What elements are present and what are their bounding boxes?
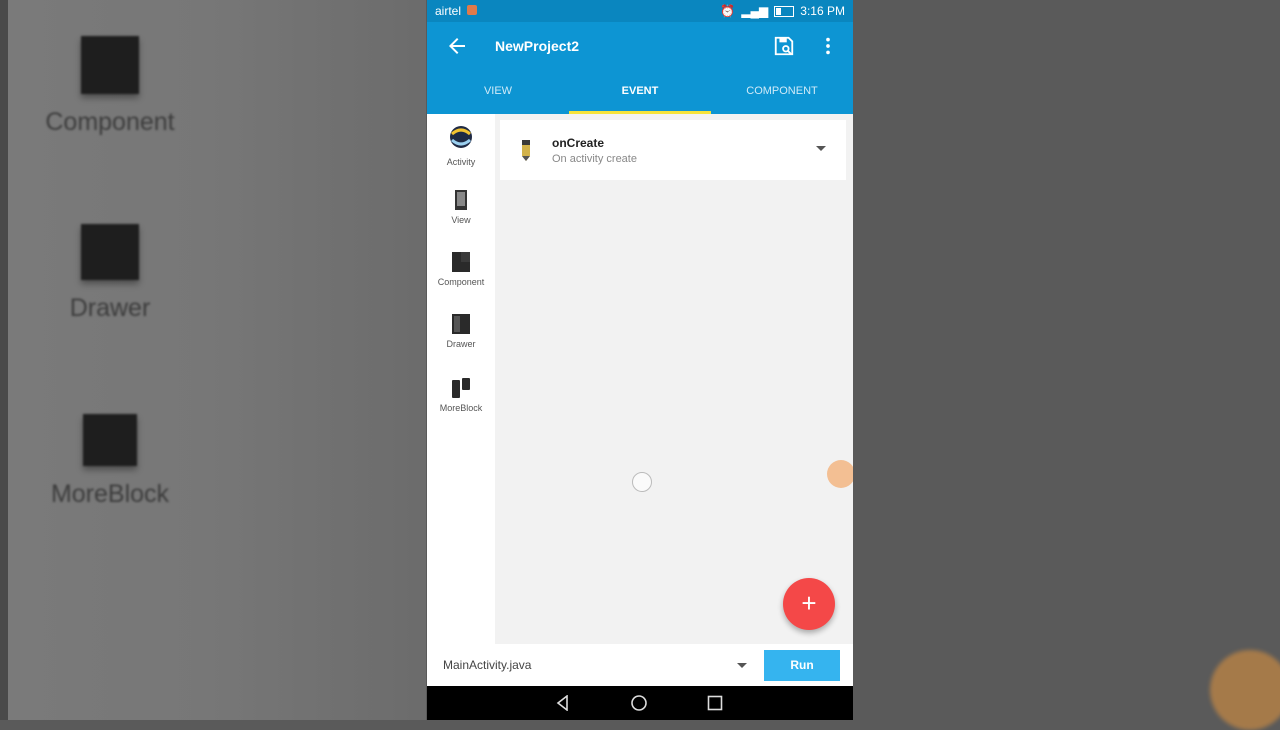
signal-icon: ▂▄▆	[741, 4, 769, 18]
background-right	[854, 0, 1280, 730]
sim-icon	[467, 5, 477, 15]
bg-component-label: Component	[45, 108, 175, 136]
event-card-oncreate[interactable]: onCreate On activity create	[500, 120, 846, 180]
save-icon[interactable]	[773, 35, 795, 57]
nav-recents-icon[interactable]	[707, 695, 723, 711]
status-right: ⏰ ▂▄▆ 3:16 PM	[720, 4, 845, 18]
nav-back-icon[interactable]	[555, 695, 571, 711]
file-selector[interactable]: MainActivity.java	[443, 658, 531, 672]
sidebar-item-label: Activity	[446, 157, 476, 167]
bg-component-icon	[81, 36, 139, 94]
background-left: Component Drawer MoreBlock	[0, 0, 426, 720]
sidebar-item-view[interactable]: View	[427, 190, 495, 225]
run-button[interactable]: Run	[764, 650, 840, 681]
event-list: onCreate On activity create	[496, 114, 853, 644]
clock: 3:16 PM	[800, 4, 845, 18]
sidebar-item-label: Drawer	[446, 339, 476, 349]
pencil-icon	[522, 140, 530, 161]
more-vert-icon[interactable]	[817, 34, 839, 58]
add-event-button[interactable]: +	[783, 578, 835, 630]
nav-home-icon[interactable]	[631, 695, 647, 711]
sidebar-item-drawer[interactable]: Drawer	[427, 314, 495, 349]
bg-moreblock-label: MoreBlock	[50, 480, 170, 508]
bg-orange-blob	[1210, 650, 1280, 730]
event-category-sidebar: Activity View Component Drawer MoreBlock	[427, 114, 495, 644]
sidebar-item-label: View	[451, 215, 471, 225]
carrier-label: airtel	[435, 4, 462, 18]
bg-drawer: Drawer	[40, 224, 180, 323]
tab-event[interactable]: EVENT	[569, 74, 711, 114]
floating-bubble	[827, 460, 853, 488]
event-description: On activity create	[552, 153, 637, 165]
bottom-bar: MainActivity.java Run	[427, 644, 853, 686]
tab-component[interactable]: COMPONENT	[711, 74, 853, 114]
app-bar: NewProject2 VIEW EVENT COMPONENT	[427, 22, 853, 114]
sidebar-item-activity[interactable]: Activity	[427, 124, 495, 167]
status-bar: airtel ⏰ ▂▄▆ 3:16 PM	[427, 0, 853, 22]
battery-icon	[774, 5, 795, 17]
sidebar-item-moreblock[interactable]: MoreBlock	[427, 378, 495, 413]
bg-moreblock: MoreBlock	[40, 414, 180, 509]
component-icon	[452, 252, 470, 272]
bg-drawer-icon	[81, 224, 139, 280]
bg-moreblock-icon	[83, 414, 137, 466]
activity-icon	[450, 126, 472, 148]
tab-bar: VIEW EVENT COMPONENT	[427, 74, 853, 114]
bg-drawer-label: Drawer	[69, 294, 151, 322]
touch-indicator	[632, 472, 652, 492]
drawer-icon	[452, 314, 470, 334]
sidebar-item-label: MoreBlock	[439, 403, 483, 413]
sidebar-item-label: Component	[437, 277, 485, 287]
chevron-down-icon[interactable]	[816, 146, 826, 151]
event-name: onCreate	[552, 136, 605, 150]
back-arrow-icon[interactable]	[445, 34, 469, 58]
phone-screen: airtel ⏰ ▂▄▆ 3:16 PM NewProject2 VIEW EV…	[427, 0, 853, 720]
system-nav-bar	[427, 686, 853, 720]
view-icon	[455, 190, 467, 210]
tab-view[interactable]: VIEW	[427, 74, 569, 114]
bg-component: Component	[40, 36, 180, 137]
page-title: NewProject2	[495, 38, 580, 54]
alarm-icon: ⏰	[720, 4, 736, 18]
moreblock-icon	[452, 378, 470, 398]
sidebar-item-component[interactable]: Component	[427, 252, 495, 287]
chevron-down-icon[interactable]	[737, 663, 747, 668]
